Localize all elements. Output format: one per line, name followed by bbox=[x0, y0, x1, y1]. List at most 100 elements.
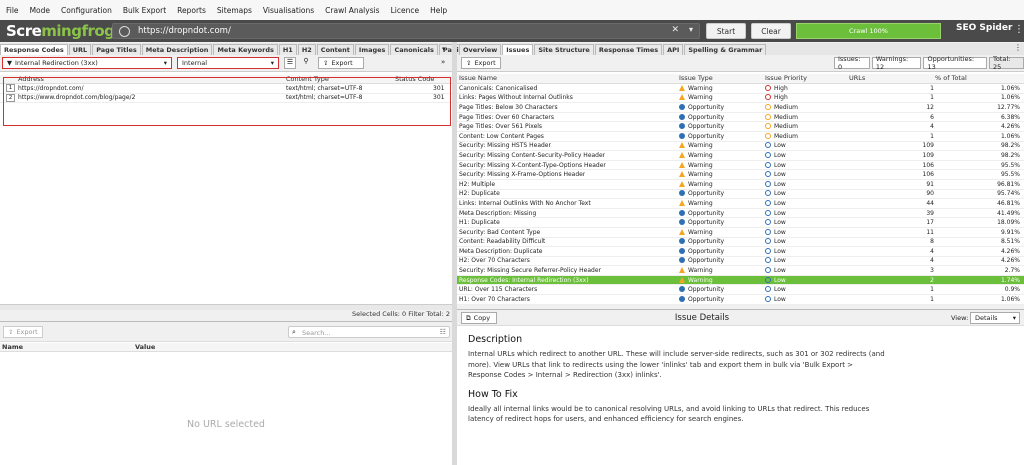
chevron-down-icon[interactable]: ▾ bbox=[689, 25, 693, 34]
table-row[interactable]: Security: Missing X-Frame-Options Header… bbox=[457, 170, 1024, 180]
detail-export-button[interactable]: ⇪ Export bbox=[3, 326, 43, 338]
col-issue-type[interactable]: Issue Type bbox=[679, 74, 713, 82]
menu-item[interactable]: Crawl Analysis bbox=[325, 6, 379, 15]
col-value[interactable]: Value bbox=[135, 343, 155, 351]
menu-item[interactable]: File bbox=[6, 6, 19, 15]
tab-item[interactable]: Images bbox=[354, 44, 390, 55]
search-input[interactable]: ⌕ Search... ☷ bbox=[288, 326, 450, 338]
table-row[interactable]: H1: Over 70 Characters Opportunity Low 1 1.0… bbox=[457, 295, 1024, 305]
table-row[interactable]: Page Titles: Over 60 Characters Opportuni… bbox=[457, 112, 1024, 123]
url-input[interactable]: https://dropndot.com/ ✕ ▾ bbox=[112, 23, 700, 39]
table-row[interactable]: Page Titles: Over 561 Pixels Opportunity M… bbox=[457, 122, 1024, 132]
table-row[interactable]: Page Titles: Below 30 Characters Opportun… bbox=[457, 103, 1024, 113]
table-row[interactable]: 1 https://dropndot.com/text/html; charset… bbox=[0, 84, 452, 94]
tab-item[interactable]: Meta Keywords bbox=[213, 44, 278, 55]
export-button[interactable]: ⇪ Export bbox=[318, 57, 364, 69]
tab-item[interactable]: Page Titles bbox=[92, 44, 141, 55]
info-icon bbox=[679, 190, 685, 197]
expand-icon[interactable]: » bbox=[441, 58, 445, 66]
list-view-icon[interactable]: ☰ bbox=[284, 57, 296, 69]
col-address[interactable]: Address bbox=[18, 75, 44, 83]
tab-item[interactable]: Spelling & Grammar bbox=[684, 44, 767, 55]
col-issue-name[interactable]: Issue Name bbox=[459, 74, 497, 82]
clear-button[interactable]: Clear bbox=[751, 23, 791, 39]
menu-item[interactable]: Bulk Export bbox=[123, 6, 166, 15]
menu-item[interactable]: Reports bbox=[177, 6, 206, 15]
priority-low-icon bbox=[765, 161, 771, 168]
tab-item[interactable]: Issues bbox=[502, 44, 534, 55]
tab-overflow-icon[interactable]: ▾ bbox=[442, 45, 446, 53]
tab-item[interactable]: H1 bbox=[278, 44, 297, 55]
col-urls[interactable]: URLs bbox=[849, 74, 865, 82]
filter-dropdown[interactable]: ▼ Internal Redirection (3xx) ▾ bbox=[2, 57, 172, 69]
warnings-count[interactable]: Warnings: 12 bbox=[871, 55, 922, 71]
tree-view-icon[interactable]: ⚲ bbox=[300, 57, 312, 69]
table-row[interactable]: H2: Over 70 Characters Opportunity Low 4 4.2… bbox=[457, 256, 1024, 267]
col-issue-priority[interactable]: Issue Priority bbox=[765, 74, 807, 82]
cell-urls: 1 bbox=[930, 132, 934, 140]
search-icon: ⌕ bbox=[292, 328, 296, 336]
menu-item[interactable]: Licence bbox=[391, 6, 420, 15]
more-icon[interactable]: ⋮ bbox=[1014, 43, 1022, 52]
tab-item[interactable]: Response Codes bbox=[0, 44, 68, 55]
tab-item[interactable]: Canonicals bbox=[390, 44, 438, 55]
total-count[interactable]: Total: 25 bbox=[988, 55, 1024, 71]
priority-low-icon bbox=[765, 190, 771, 197]
table-row[interactable]: Meta Description: Missing Opportunity Low 3… bbox=[457, 208, 1024, 219]
col-name[interactable]: Name bbox=[2, 343, 23, 351]
issue-priority-label: Low bbox=[774, 142, 786, 150]
table-row[interactable]: H1: Duplicate Opportunity Low 17 18.09% bbox=[457, 218, 1024, 228]
settings-icon[interactable]: ☷ bbox=[440, 328, 446, 336]
table-row[interactable]: URL: Over 115 Characters Opportunity Low 1 0… bbox=[457, 285, 1024, 296]
table-row[interactable]: Security: Bad Content Type Warning Low 11 9.… bbox=[457, 227, 1024, 238]
table-row[interactable]: Canonicals: Canonicalised Warning High 1 1.0… bbox=[457, 84, 1024, 94]
menu-item[interactable]: Configuration bbox=[61, 6, 112, 15]
table-row[interactable]: Security: Missing HSTS Header Warning Low 1… bbox=[457, 141, 1024, 152]
menu-item[interactable]: Visualisations bbox=[263, 6, 314, 15]
table-row[interactable]: Security: Missing Content-Security-Polic… bbox=[457, 151, 1024, 161]
table-row[interactable]: Meta Description: Duplicate Opportunity Lo… bbox=[457, 247, 1024, 257]
col-status-code[interactable]: Status Code bbox=[395, 75, 434, 83]
priority-medium-icon bbox=[765, 103, 771, 110]
tab-item[interactable]: API bbox=[663, 44, 684, 55]
scope-dropdown[interactable]: Internal ▾ bbox=[177, 57, 279, 69]
table-row[interactable]: Security: Missing Secure Referrer-Policy… bbox=[457, 266, 1024, 276]
tab-item[interactable]: Overview bbox=[459, 44, 502, 55]
issue-type-label: Warning bbox=[688, 84, 713, 92]
opportunities-count[interactable]: Opportunities: 13 bbox=[923, 55, 987, 71]
table-row[interactable]: Links: Pages Without Internal Outlinks Wa… bbox=[457, 93, 1024, 104]
table-row[interactable]: H2: Multiple Warning Low 91 96.81% bbox=[457, 179, 1024, 190]
table-row[interactable]: Content: Low Content Pages Opportunity Med… bbox=[457, 131, 1024, 142]
tab-item[interactable]: URL bbox=[68, 44, 92, 55]
tab-item[interactable]: Response Times bbox=[594, 44, 663, 55]
issues-export-button[interactable]: ⇪ Export bbox=[461, 57, 501, 69]
cell-percent: 0.9% bbox=[1004, 286, 1020, 294]
col-percent[interactable]: % of Total bbox=[935, 74, 967, 82]
clear-url-icon[interactable]: ✕ bbox=[671, 25, 679, 35]
tab-item[interactable]: Content bbox=[316, 44, 354, 55]
cell-issue-priority: Low bbox=[765, 199, 786, 207]
table-row[interactable]: Response Codes: Internal Redirection (3x… bbox=[457, 275, 1024, 286]
menu-item[interactable]: Sitemaps bbox=[217, 6, 252, 15]
issue-priority-label: Low bbox=[774, 199, 786, 207]
issues-count[interactable]: Issues: 0 bbox=[834, 55, 870, 71]
info-icon bbox=[679, 209, 685, 216]
table-row[interactable]: Security: Missing X-Content-Type-Options… bbox=[457, 160, 1024, 171]
table-row[interactable]: Links: Internal Outlinks With No Anchor … bbox=[457, 199, 1024, 209]
start-button[interactable]: Start bbox=[706, 23, 746, 39]
col-content-type[interactable]: Content Type bbox=[286, 75, 329, 83]
cell-issue-name: H1: Over 70 Characters bbox=[459, 295, 530, 303]
menu-item[interactable]: Mode bbox=[30, 6, 50, 15]
tab-item[interactable]: H2 bbox=[297, 44, 316, 55]
info-icon bbox=[679, 257, 685, 264]
table-row[interactable]: H2: Duplicate Opportunity Low 90 95.74% bbox=[457, 189, 1024, 200]
table-row[interactable]: Content: Readability Difficult Opportunit… bbox=[457, 237, 1024, 248]
tab-item[interactable]: Site Structure bbox=[534, 44, 594, 55]
cell-issue-name: Meta Description: Missing bbox=[459, 209, 537, 217]
cell-urls: 90 bbox=[926, 190, 934, 198]
tab-item[interactable]: Meta Description bbox=[141, 44, 213, 55]
view-dropdown[interactable]: Details ▾ bbox=[970, 312, 1020, 324]
more-icon[interactable]: ⋮ bbox=[1014, 24, 1024, 35]
menu-item[interactable]: Help bbox=[430, 6, 447, 15]
table-row[interactable]: 2 https://www.dropndot.com/blog/page/2 tex… bbox=[0, 93, 452, 104]
